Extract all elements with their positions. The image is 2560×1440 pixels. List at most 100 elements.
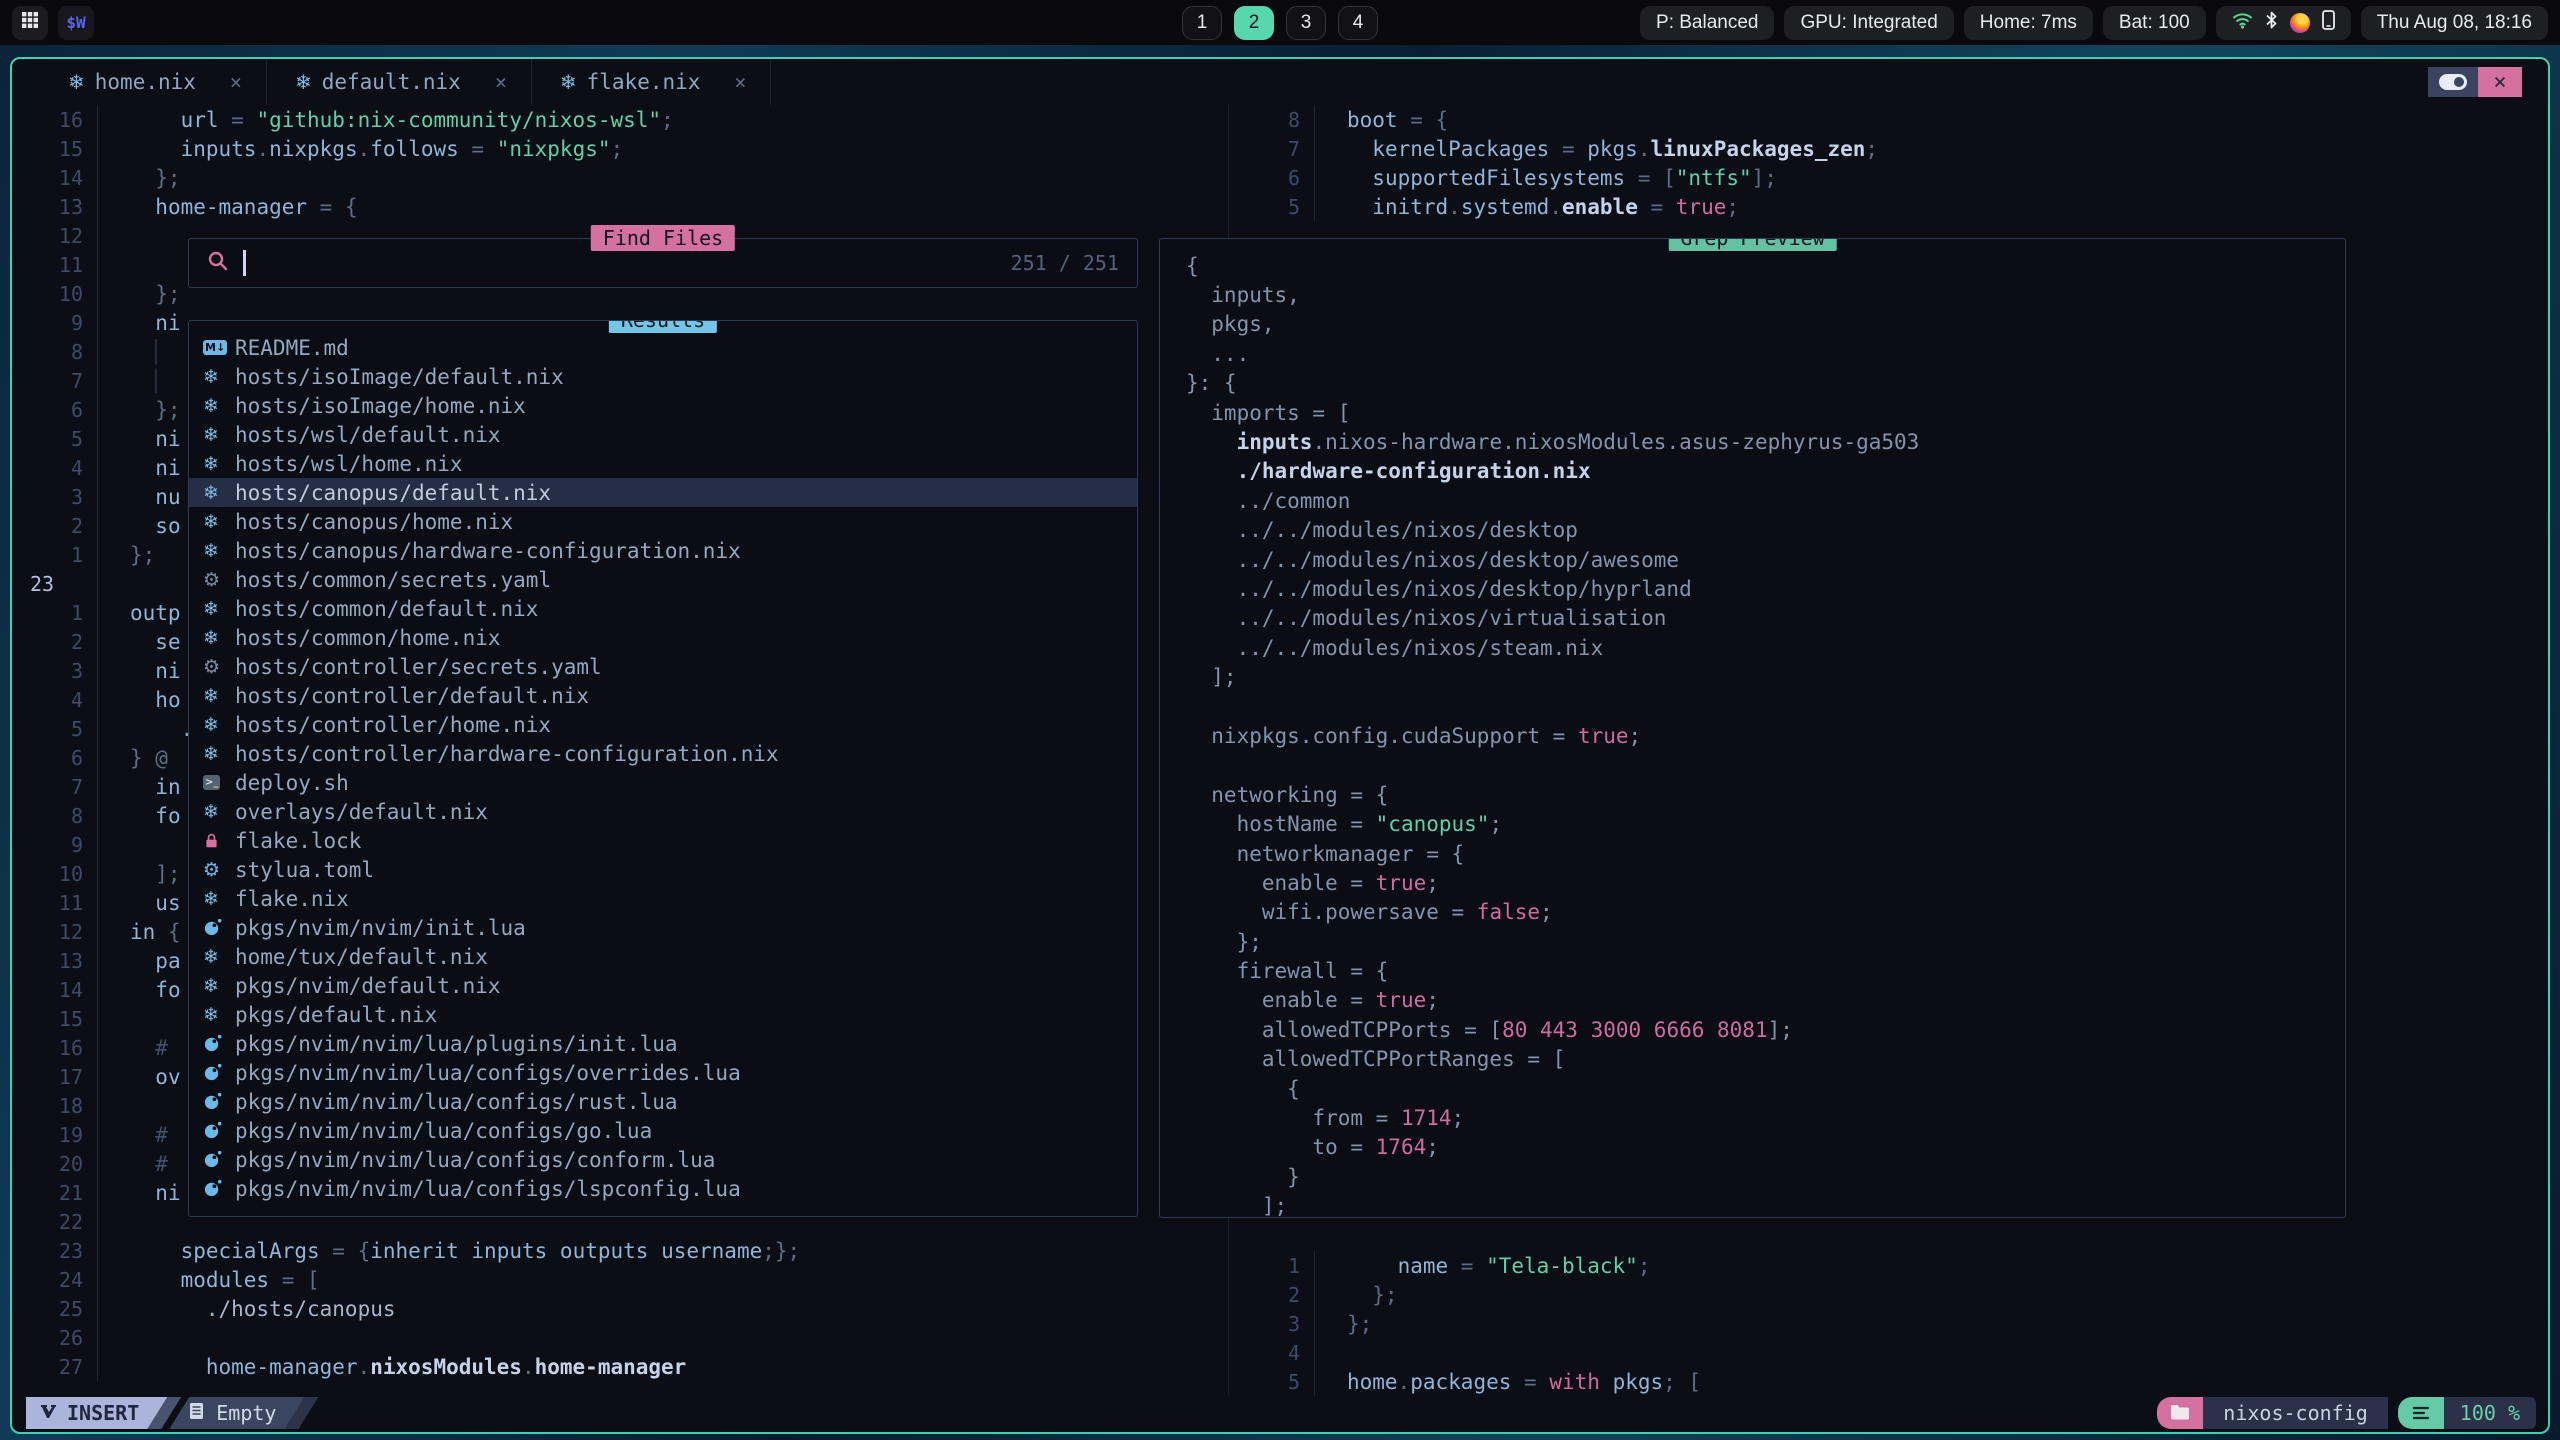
workspace-button-4[interactable]: 4	[1338, 6, 1378, 40]
result-item[interactable]: ❄hosts/wsl/default.nix	[189, 420, 1137, 449]
project-name: nixos-config	[2203, 1397, 2388, 1429]
shell-file-icon: >_	[203, 775, 235, 790]
bluetooth-icon[interactable]	[2265, 10, 2278, 36]
result-item[interactable]: pkgs/nvim/nvim/lua/configs/go.lua	[189, 1116, 1137, 1145]
code-text: initrd.systemd.enable = true;	[1314, 192, 1739, 221]
result-item[interactable]: ❄hosts/controller/home.nix	[189, 710, 1137, 739]
result-item[interactable]: ❄overlays/default.nix	[189, 797, 1137, 826]
result-label: hosts/common/secrets.yaml	[235, 568, 551, 592]
tab-close-icon[interactable]: ×	[495, 70, 507, 94]
window-toggle-button[interactable]	[2428, 67, 2478, 97]
result-item[interactable]: ⚙hosts/controller/secrets.yaml	[189, 652, 1137, 681]
result-item[interactable]: ⚙stylua.toml	[189, 855, 1137, 884]
line-number: 13	[12, 949, 97, 973]
result-label: hosts/common/default.nix	[235, 597, 538, 621]
shell-logo-text: $W	[66, 13, 85, 32]
result-item[interactable]: ❄hosts/common/home.nix	[189, 623, 1137, 652]
code-text: inputs.nixpkgs.follows = "nixpkgs";	[97, 134, 623, 163]
grep-preview-popup: Grep Preview { inputs, pkgs, ...}: { imp…	[1159, 238, 2346, 1218]
nix-icon: ❄	[295, 70, 312, 94]
preview-line: ../common	[1186, 486, 2345, 515]
code-text: boot = {	[1314, 105, 1448, 134]
preview-line	[1186, 751, 2345, 780]
line-number: 5	[1229, 1370, 1314, 1394]
tab-home.nix[interactable]: ❄home.nix×	[58, 59, 267, 105]
line-number: 14	[12, 978, 97, 1002]
result-item[interactable]: ❄flake.nix	[189, 884, 1137, 913]
line-number: 9	[12, 311, 97, 335]
workspace-button-2[interactable]: 2	[1234, 6, 1274, 40]
line-number: 7	[1229, 137, 1314, 161]
filename-segment: Empty	[169, 1397, 306, 1429]
code-line: 16 url = "github:nix-community/nixos-wsl…	[12, 105, 1228, 134]
close-icon: ×	[2493, 70, 2506, 95]
workspace-button-1[interactable]: 1	[1182, 6, 1222, 40]
result-item[interactable]: pkgs/nvim/nvim/lua/configs/conform.lua	[189, 1145, 1137, 1174]
result-label: hosts/wsl/home.nix	[235, 452, 463, 476]
shell-logo[interactable]: $W	[58, 6, 94, 40]
result-item[interactable]: pkgs/nvim/nvim/lua/configs/overrides.lua	[189, 1058, 1137, 1087]
result-item[interactable]: flake.lock	[189, 826, 1137, 855]
wifi-icon[interactable]	[2232, 11, 2253, 35]
power-profile-chip: P: Balanced	[1640, 6, 1774, 40]
line-number: 4	[12, 688, 97, 712]
nix-file-icon: ❄	[203, 975, 235, 997]
result-item[interactable]: ❄hosts/common/default.nix	[189, 594, 1137, 623]
text-cursor	[243, 250, 246, 276]
result-item[interactable]: ❄hosts/wsl/home.nix	[189, 449, 1137, 478]
line-number: 15	[12, 137, 97, 161]
workspace-button-3[interactable]: 3	[1286, 6, 1326, 40]
neovim-window: ❄home.nix×❄default.nix×❄flake.nix× × 16 …	[10, 57, 2550, 1434]
result-item[interactable]: ❄hosts/canopus/home.nix	[189, 507, 1137, 536]
result-item[interactable]: ⚙hosts/common/secrets.yaml	[189, 565, 1137, 594]
result-item[interactable]: ❄hosts/canopus/default.nix	[189, 478, 1137, 507]
code-line: 6 supportedFilesystems = ["ntfs"];	[1229, 163, 2548, 192]
code-text: #	[97, 1120, 168, 1149]
preview-line: from = 1714;	[1186, 1103, 2345, 1132]
line-number: 7	[12, 775, 97, 799]
code-line: 14 };	[12, 163, 1228, 192]
result-item[interactable]: pkgs/nvim/nvim/init.lua	[189, 913, 1137, 942]
result-item[interactable]: ❄hosts/isoImage/default.nix	[189, 362, 1137, 391]
tab-default.nix[interactable]: ❄default.nix×	[285, 59, 532, 105]
result-item[interactable]: M↓README.md	[189, 333, 1137, 362]
preview-line: ./hardware-configuration.nix	[1186, 457, 2345, 486]
app-launcher-button[interactable]	[12, 6, 48, 40]
result-item[interactable]: ❄hosts/canopus/hardware-configuration.ni…	[189, 536, 1137, 565]
tab-close-icon[interactable]: ×	[230, 70, 242, 94]
search-icon	[207, 250, 229, 276]
line-number: 2	[12, 514, 97, 538]
result-item[interactable]: ❄hosts/controller/hardware-configuration…	[189, 739, 1137, 768]
lua-file-icon	[203, 918, 235, 937]
preview-line: {	[1186, 251, 2345, 280]
lua-file-icon	[203, 1150, 235, 1169]
result-item[interactable]: pkgs/nvim/nvim/lua/configs/lspconfig.lua	[189, 1174, 1137, 1203]
window-close-button[interactable]: ×	[2478, 67, 2522, 97]
preview-line: networkmanager = {	[1186, 839, 2345, 868]
line-number: 6	[12, 398, 97, 422]
result-label: pkgs/nvim/nvim/lua/configs/go.lua	[235, 1119, 652, 1143]
firefox-icon[interactable]	[2290, 13, 2310, 33]
phone-icon[interactable]	[2322, 10, 2335, 36]
code-line: 5home.packages = with pkgs; [	[1229, 1367, 2548, 1396]
result-item[interactable]: ❄pkgs/default.nix	[189, 1000, 1137, 1029]
nix-file-icon: ❄	[203, 743, 235, 765]
tab-flake.nix[interactable]: ❄flake.nix×	[550, 59, 772, 105]
result-item[interactable]: ❄home/tux/default.nix	[189, 942, 1137, 971]
lua-file-icon	[203, 1179, 235, 1198]
result-item[interactable]: >_deploy.sh	[189, 768, 1137, 797]
vim-icon	[40, 1401, 57, 1425]
result-item[interactable]: ❄hosts/controller/default.nix	[189, 681, 1137, 710]
result-item[interactable]: pkgs/nvim/nvim/lua/configs/rust.lua	[189, 1087, 1137, 1116]
tab-close-icon[interactable]: ×	[734, 70, 746, 94]
folder-icon	[2170, 1401, 2190, 1425]
result-item[interactable]: ❄hosts/isoImage/home.nix	[189, 391, 1137, 420]
preview-line: ];	[1186, 662, 2345, 691]
line-number: 26	[12, 1326, 97, 1350]
line-number: 23	[12, 572, 97, 596]
result-item[interactable]: ❄pkgs/nvim/default.nix	[189, 971, 1137, 1000]
preview-line: hostName = "canopus";	[1186, 809, 2345, 838]
preview-line: inputs,	[1186, 280, 2345, 309]
code-text: ov	[97, 1062, 181, 1091]
result-item[interactable]: pkgs/nvim/nvim/lua/plugins/init.lua	[189, 1029, 1137, 1058]
